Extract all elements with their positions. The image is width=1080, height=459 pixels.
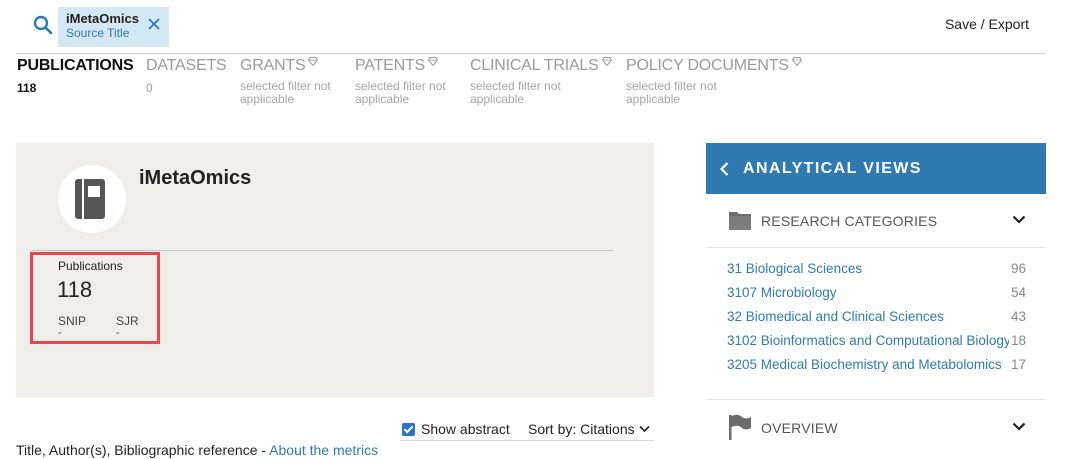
category-count: 18 bbox=[1010, 333, 1026, 348]
about-metrics-link[interactable]: About the metrics bbox=[269, 442, 378, 458]
source-card: iMetaOmics Publications 118 SNIP SJR - - bbox=[16, 143, 654, 397]
tab-label: CLINICAL TRIALS bbox=[470, 57, 599, 74]
bibliographic-text: Title, Author(s), Bibliographic referenc… bbox=[16, 442, 270, 458]
analytical-views-title: ANALYTICAL VIEWS bbox=[743, 159, 922, 177]
analytical-views-header[interactable]: ANALYTICAL VIEWS bbox=[706, 143, 1046, 194]
list-item[interactable]: 32 Biomedical and Clinical Sciences 43 bbox=[706, 309, 1046, 333]
source-title: iMetaOmics bbox=[139, 167, 252, 189]
tab-note: selected filter not applicable bbox=[240, 79, 331, 106]
flag-icon bbox=[729, 414, 751, 440]
show-abstract-checkbox[interactable] bbox=[402, 422, 415, 436]
category-name[interactable]: 32 Biomedical and Clinical Sciences bbox=[727, 309, 1009, 324]
card-divider bbox=[32, 250, 613, 251]
close-icon[interactable] bbox=[147, 17, 161, 31]
category-name[interactable]: 3102 Bioinformatics and Computational Bi… bbox=[727, 333, 1009, 348]
bibliographic-line: Title, Author(s), Bibliographic referenc… bbox=[16, 442, 378, 458]
tab-label: POLICY DOCUMENTS bbox=[626, 57, 789, 74]
tab-count: 0 bbox=[146, 81, 153, 95]
category-name[interactable]: 3107 Microbiology bbox=[727, 285, 1009, 300]
diamond-icon bbox=[308, 57, 319, 66]
category-count: 96 bbox=[1010, 261, 1026, 276]
category-count: 17 bbox=[1010, 357, 1026, 372]
sjr-label: SJR bbox=[116, 314, 139, 328]
tab-patents[interactable]: PATENTS selected filter not applicable bbox=[355, 57, 465, 106]
list-item[interactable]: 3205 Medical Biochemistry and Metabolomi… bbox=[706, 357, 1046, 381]
list-item[interactable]: 31 Biological Sciences 96 bbox=[706, 261, 1046, 285]
toolbar-divider bbox=[400, 440, 654, 441]
category-count: 43 bbox=[1010, 309, 1026, 324]
save-export-button[interactable]: Save / Export bbox=[945, 16, 1029, 32]
analytical-views-panel: ANALYTICAL VIEWS RESEARCH CATEGORIES 31 … bbox=[706, 143, 1046, 459]
sjr-value: - bbox=[116, 327, 120, 339]
diamond-icon bbox=[791, 57, 802, 66]
tab-label: GRANTS bbox=[240, 57, 306, 74]
chevron-down-icon[interactable] bbox=[1012, 422, 1026, 431]
filter-chip[interactable]: iMetaOmics Source Title bbox=[58, 7, 169, 47]
sort-label: Sort by: bbox=[528, 421, 577, 437]
tab-label: DATASETS bbox=[146, 57, 227, 74]
publications-label: Publications bbox=[58, 259, 123, 273]
book-icon bbox=[75, 179, 105, 219]
tab-label: PATENTS bbox=[355, 57, 426, 74]
tab-clinical-trials[interactable]: CLINICAL TRIALS selected filter not appl… bbox=[470, 57, 612, 106]
tab-label: PUBLICATIONS bbox=[17, 57, 134, 74]
category-name[interactable]: 3205 Medical Biochemistry and Metabolomi… bbox=[727, 357, 1009, 372]
tab-note: selected filter not applicable bbox=[626, 79, 717, 106]
header-divider bbox=[16, 53, 1046, 54]
show-abstract-label: Show abstract bbox=[421, 421, 510, 437]
snip-label: SNIP bbox=[58, 314, 87, 328]
category-count: 54 bbox=[1010, 285, 1026, 300]
list-item[interactable]: 3102 Bioinformatics and Computational Bi… bbox=[706, 333, 1046, 357]
research-categories-section[interactable]: RESEARCH CATEGORIES bbox=[706, 194, 1046, 248]
research-categories-title: RESEARCH CATEGORIES bbox=[761, 213, 938, 229]
search-icon[interactable] bbox=[33, 15, 53, 35]
tab-note: selected filter not applicable bbox=[470, 79, 561, 106]
sort-dropdown[interactable]: Sort by: Citations bbox=[528, 421, 650, 437]
chevron-down-icon bbox=[638, 425, 650, 433]
tab-count: 118 bbox=[17, 81, 37, 95]
tab-grants[interactable]: GRANTS selected filter not applicable bbox=[240, 57, 350, 106]
snip-value: - bbox=[58, 327, 62, 339]
overview-title: OVERVIEW bbox=[761, 420, 838, 436]
tab-policy-documents[interactable]: POLICY DOCUMENTS selected filter not app… bbox=[626, 57, 802, 106]
publications-value: 118 bbox=[57, 277, 93, 302]
chevron-left-icon[interactable] bbox=[720, 161, 729, 176]
sort-value: Citations bbox=[580, 421, 635, 437]
diamond-icon bbox=[601, 57, 612, 66]
source-avatar bbox=[58, 165, 126, 233]
folder-icon bbox=[729, 212, 751, 230]
tab-publications[interactable]: PUBLICATIONS 118 bbox=[17, 57, 134, 95]
tab-note: selected filter not applicable bbox=[355, 79, 446, 106]
research-categories-list: 31 Biological Sciences 96 3107 Microbiol… bbox=[706, 261, 1046, 381]
diamond-icon bbox=[428, 57, 439, 66]
category-name[interactable]: 31 Biological Sciences bbox=[727, 261, 1009, 276]
tab-datasets[interactable]: DATASETS 0 bbox=[146, 57, 227, 95]
list-item[interactable]: 3107 Microbiology 54 bbox=[706, 285, 1046, 309]
overview-section[interactable]: OVERVIEW bbox=[706, 400, 1046, 454]
chevron-down-icon[interactable] bbox=[1012, 215, 1026, 224]
show-abstract-toggle[interactable]: Show abstract bbox=[402, 421, 510, 437]
